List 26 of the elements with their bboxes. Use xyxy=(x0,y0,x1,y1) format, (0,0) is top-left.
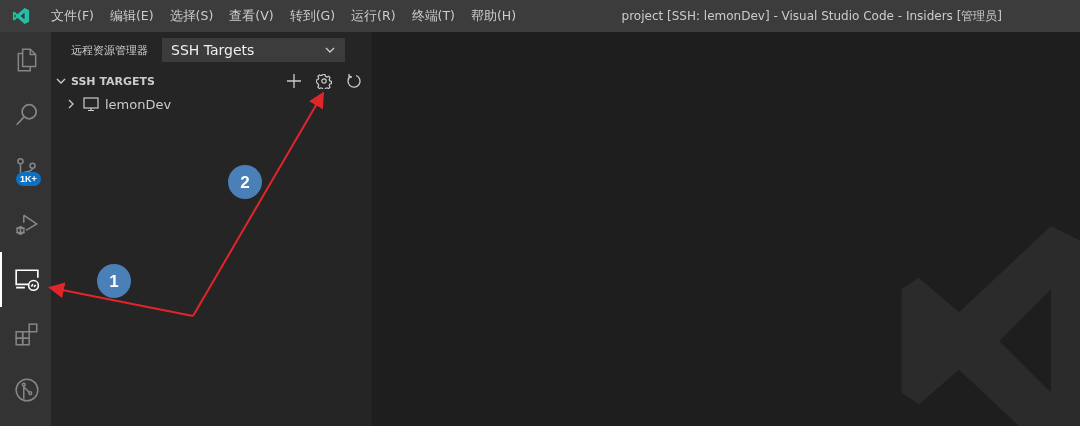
activity-bar-item[interactable]: 1K+ xyxy=(0,142,51,197)
menu-item[interactable]: 文件(F) xyxy=(43,7,102,25)
search-icon xyxy=(13,101,40,128)
menu-item[interactable]: 转到(G) xyxy=(281,7,344,25)
menu-item[interactable]: 编辑(E) xyxy=(101,7,162,25)
targets-dropdown[interactable]: SSH Targets xyxy=(162,38,345,62)
section-header[interactable]: SSH TARGETS xyxy=(55,74,155,88)
count-badge: 1K+ xyxy=(16,172,41,186)
callout-badge: 2 xyxy=(228,165,262,199)
add-icon[interactable] xyxy=(286,73,302,89)
menu-item[interactable]: 选择(S) xyxy=(161,7,222,25)
share-icon xyxy=(13,376,40,403)
remote-explorer-icon xyxy=(13,266,40,293)
monitor-icon xyxy=(83,96,99,112)
extensions-icon xyxy=(13,321,40,348)
tree-item[interactable]: lemonDev xyxy=(51,92,372,116)
settings-icon[interactable] xyxy=(316,73,332,89)
menu-item[interactable]: 终端(T) xyxy=(403,7,463,25)
menu-item[interactable]: 帮助(H) xyxy=(462,7,525,25)
panel-title: 远程资源管理器 xyxy=(71,42,148,58)
menu-item[interactable]: 查看(V) xyxy=(221,7,282,25)
menu-item[interactable]: 运行(R) xyxy=(343,7,404,25)
window-title: project [SSH: lemonDev] - Visual Studio Code - Insiders [管理员] xyxy=(621,7,1002,25)
callout-badge: 1 xyxy=(97,264,131,298)
refresh-icon[interactable] xyxy=(346,73,362,89)
logo-icon xyxy=(12,7,30,25)
